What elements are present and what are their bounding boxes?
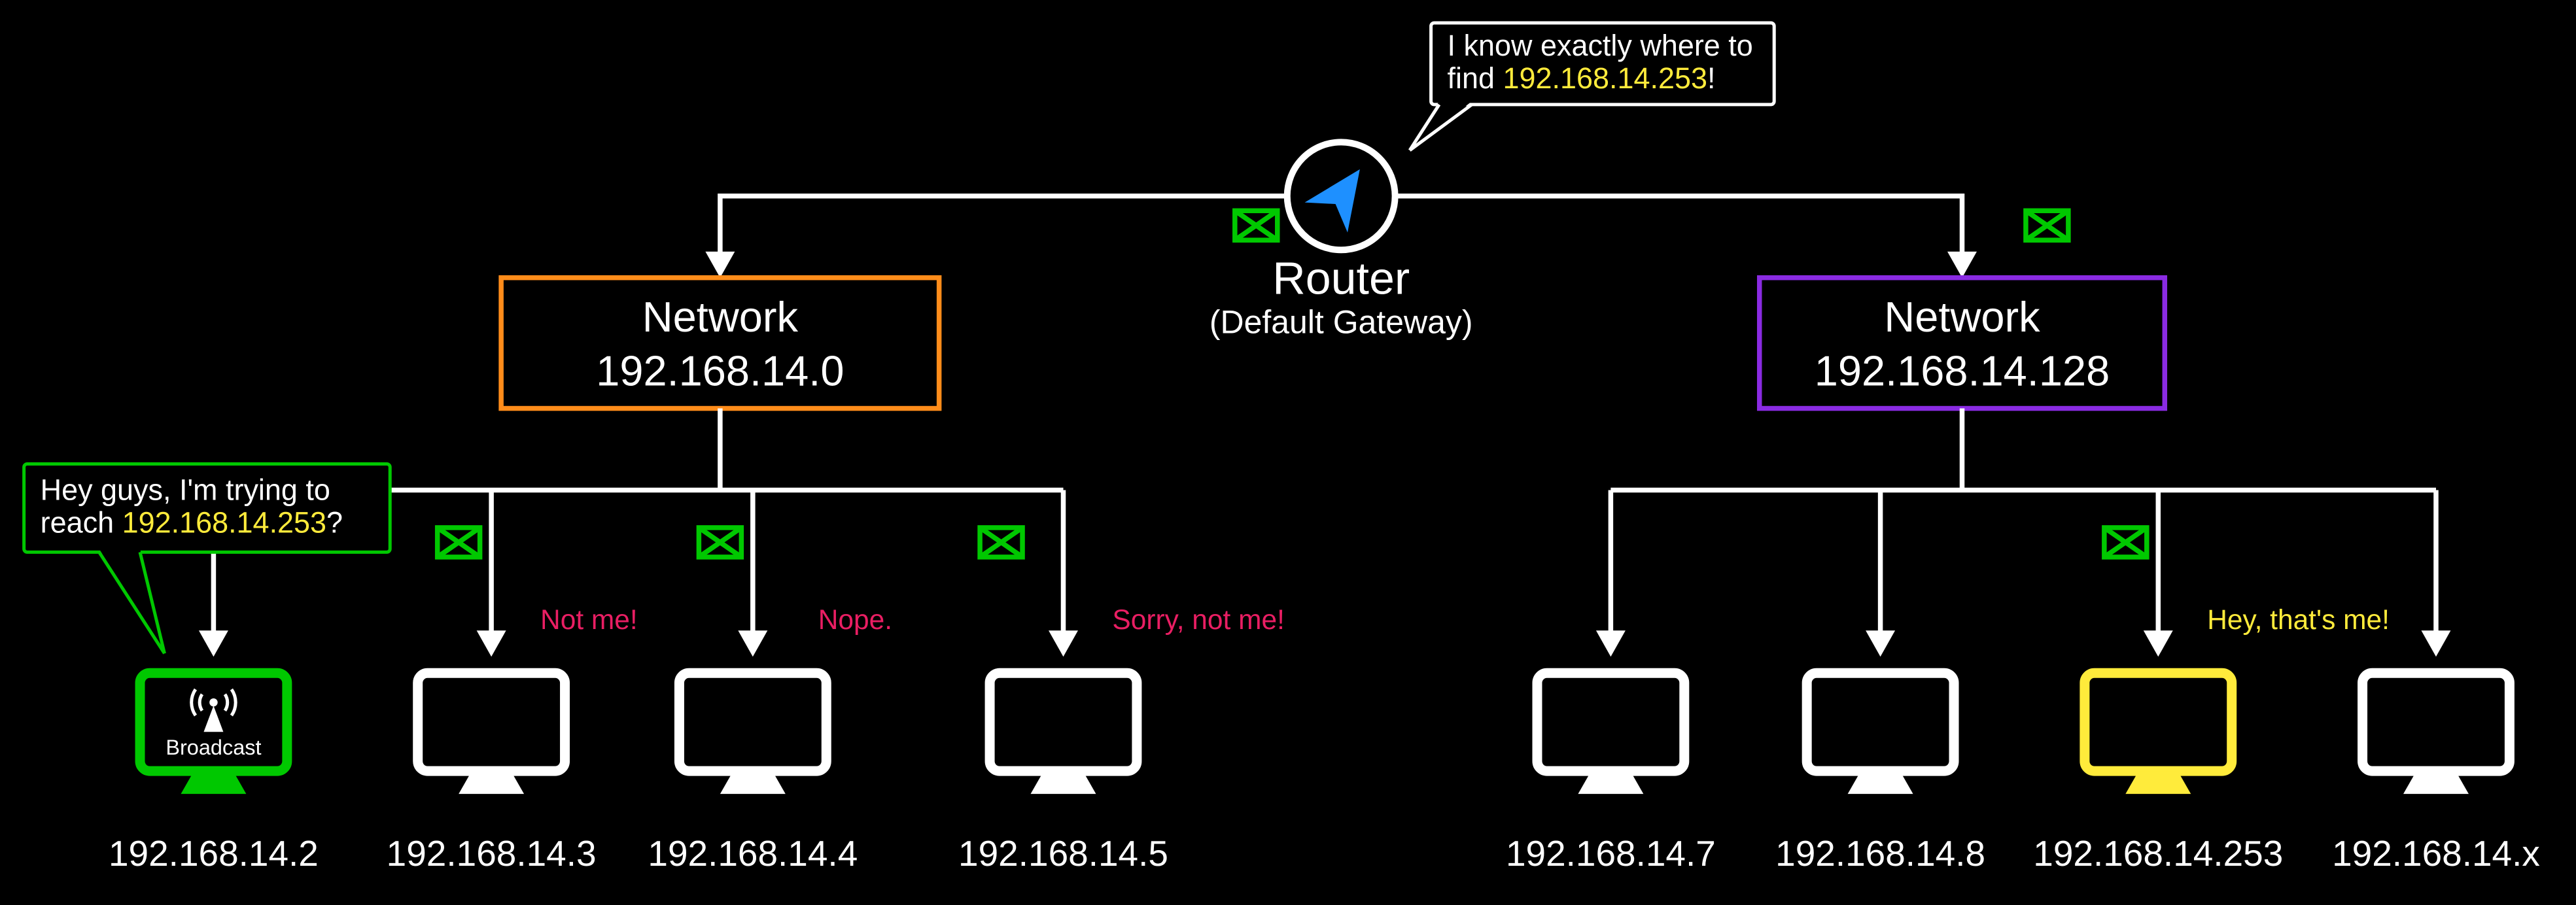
host3-response: Not me! xyxy=(540,604,638,635)
host-253 xyxy=(2085,673,2232,794)
host-5-ip: 192.168.14.5 xyxy=(958,833,1168,874)
router-subtitle: (Default Gateway) xyxy=(1210,304,1473,341)
network-left: Network 192.168.14.0 xyxy=(501,278,939,409)
broadcast-label: Broadcast xyxy=(165,736,261,759)
host-4 xyxy=(679,673,826,794)
host4-response: Nope. xyxy=(818,604,892,635)
router-link-right xyxy=(1395,196,2068,278)
source-bubble-line2b: ? xyxy=(326,505,343,539)
network-left-ip: 192.168.14.0 xyxy=(596,347,844,395)
source-speech-bubble: Hey guys, I'm trying to reach 192.168.14… xyxy=(24,464,391,653)
router-bubble-ip: 192.168.14.253 xyxy=(1503,61,1707,95)
network-right-ip: 192.168.14.128 xyxy=(1815,347,2110,395)
host-7 xyxy=(1537,673,1684,794)
host-x xyxy=(2363,673,2510,794)
host-8 xyxy=(1807,673,1954,794)
router-bubble-line2b: ! xyxy=(1707,61,1716,95)
svg-text:I know exactly where to: I know exactly where to xyxy=(1448,29,1753,62)
router-bubble-line2a: find xyxy=(1448,61,1503,95)
router-title: Router xyxy=(1272,253,1410,304)
network-right-label: Network xyxy=(1884,293,2040,341)
host-3 xyxy=(418,673,565,794)
source-bubble-line1: Hey guys, I'm trying to xyxy=(41,473,330,506)
host-x-ip: 192.168.14.x xyxy=(2332,833,2540,874)
network-left-label: Network xyxy=(642,293,799,341)
host253-response: Hey, that's me! xyxy=(2207,604,2390,635)
svg-text:find 192.168.14.253!: find 192.168.14.253! xyxy=(1448,61,1716,95)
host5-response: Sorry, not me! xyxy=(1112,604,1284,635)
network-right-tree: Hey, that's me! xyxy=(1596,409,2451,657)
host-253-ip: 192.168.14.253 xyxy=(2033,833,2283,874)
host-8-ip: 192.168.14.8 xyxy=(1775,833,1985,874)
router-link-left xyxy=(705,196,1287,278)
svg-text:reach 192.168.14.253?: reach 192.168.14.253? xyxy=(41,505,343,539)
host-3-ip: 192.168.14.3 xyxy=(387,833,597,874)
source-bubble-ip: 192.168.14.253 xyxy=(122,505,326,539)
router-bubble-line1: I know exactly where to xyxy=(1448,29,1753,62)
source-bubble-line2a: reach xyxy=(41,505,122,539)
source-host: Broadcast xyxy=(140,673,287,794)
host-7-ip: 192.168.14.7 xyxy=(1506,833,1716,874)
router-speech-bubble: I know exactly where to find 192.168.14.… xyxy=(1410,23,1774,150)
source-ip: 192.168.14.2 xyxy=(109,833,319,874)
host-4-ip: 192.168.14.4 xyxy=(648,833,858,874)
host-5 xyxy=(990,673,1137,794)
svg-text:Hey guys, I'm trying to: Hey guys, I'm trying to xyxy=(41,473,330,506)
network-right: Network 192.168.14.128 xyxy=(1760,278,2165,409)
